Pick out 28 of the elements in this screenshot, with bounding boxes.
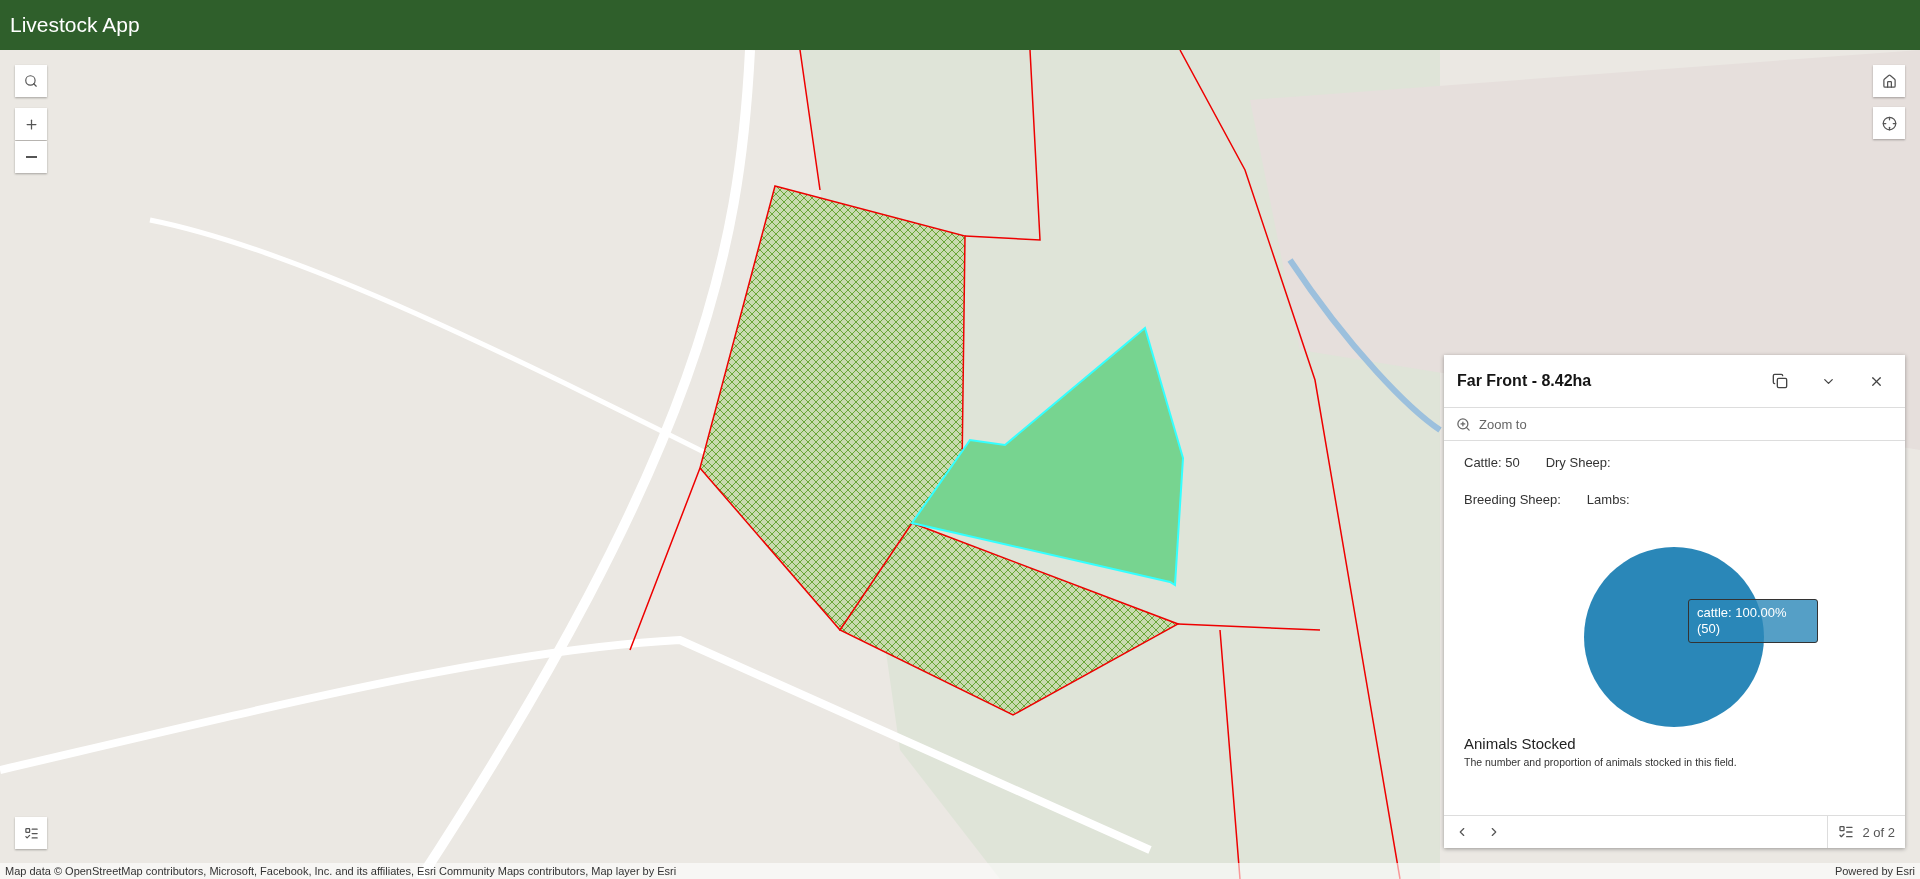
zoom-in-icon (1456, 416, 1471, 432)
chart-title: Animals Stocked (1464, 735, 1577, 752)
field-value: Dry Sheep: (1545, 455, 1611, 470)
legend-button[interactable] (15, 817, 47, 849)
zoom-to-button[interactable]: Zoom to (1444, 408, 1905, 441)
minus-icon (25, 156, 37, 158)
home-button[interactable] (1873, 65, 1905, 97)
field-value: Lambs: (1586, 492, 1630, 507)
feature-list-button[interactable]: 2 of 2 (1827, 816, 1905, 848)
tooltip-count: (50) (1697, 621, 1722, 637)
home-icon (1881, 73, 1897, 89)
locate-button[interactable] (1873, 107, 1905, 139)
plus-icon (23, 116, 39, 132)
locate-icon (1881, 115, 1897, 131)
popup-title: Far Front - 8.42ha (1457, 372, 1593, 390)
search-button[interactable] (15, 65, 47, 97)
attribution-text: Map data © OpenStreetMap contributors, Microsoft, Facebook, Inc. and its affiliates, Esri Community Maps contributors, Map layer by Esri (5, 865, 677, 877)
app-title: Livestock App (10, 13, 140, 37)
zoom-out-button[interactable] (15, 141, 47, 173)
field-value: Cattle: 50 (1464, 455, 1520, 470)
chart-caption: The number and proportion of animals stocked in this field. (1464, 756, 1738, 768)
powered-by-text: Powered by Esri (1834, 865, 1915, 877)
list-icon (1838, 824, 1855, 840)
list-icon (23, 825, 39, 841)
tooltip-label: cattle: 100.00% (1697, 605, 1788, 621)
field-value: Breeding Sheep: (1464, 492, 1561, 507)
dock-icon (1772, 373, 1788, 389)
search-icon (24, 74, 38, 88)
